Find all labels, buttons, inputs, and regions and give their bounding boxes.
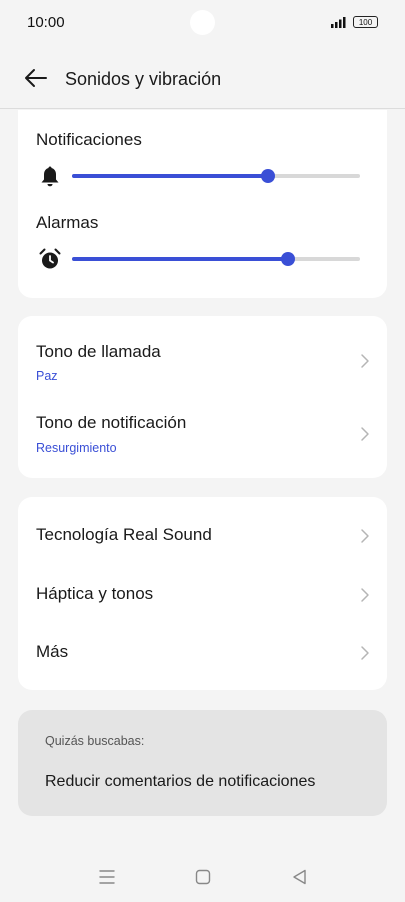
bell-icon (41, 166, 59, 187)
volume-card: Notificaciones Alarmas (18, 110, 387, 298)
chevron-right-icon (361, 427, 369, 441)
tones-card: Tono de llamada Paz Tono de notificación… (18, 316, 387, 478)
top-app-bar: Sonidos y vibración (0, 46, 405, 109)
chevron-right-icon (361, 354, 369, 368)
suggestions-card: Quizás buscabas: Reducir comentarios de … (18, 710, 387, 816)
slider-fill (72, 174, 268, 178)
slider-fill (72, 257, 288, 261)
battery-icon: 100 (353, 16, 378, 28)
notification-tone-row[interactable]: Tono de notificación Resurgimiento (18, 397, 387, 478)
alarm-clock-icon (39, 248, 61, 269)
real-sound-title: Tecnología Real Sound (36, 525, 212, 544)
arrow-left-icon[interactable] (24, 68, 48, 88)
home-icon[interactable] (193, 867, 213, 887)
back-triangle-icon[interactable] (290, 867, 310, 887)
menu-icon[interactable] (97, 867, 117, 887)
slider-thumb[interactable] (260, 169, 275, 183)
status-time: 10:00 (27, 14, 65, 31)
page-title: Sonidos y vibración (65, 69, 222, 89)
chevron-right-icon (361, 529, 369, 543)
more-title: Más (36, 642, 69, 661)
status-bar: 10:00 100 (0, 0, 405, 46)
notification-tone-value: Resurgimiento (36, 441, 117, 455)
notifications-volume-label: Notificaciones (36, 130, 142, 149)
alarms-volume-slider[interactable] (72, 251, 360, 267)
ringtone-title: Tono de llamada (36, 342, 161, 361)
battery-level: 100 (358, 17, 373, 27)
haptics-row[interactable]: Háptica y tonos (18, 566, 387, 624)
haptics-title: Háptica y tonos (36, 584, 154, 603)
suggestions-heading: Quizás buscabas: (45, 734, 145, 748)
chevron-right-icon (361, 646, 369, 660)
slider-thumb[interactable] (281, 252, 295, 266)
camera-cutout (190, 10, 215, 35)
navigation-bar (0, 855, 405, 902)
notifications-volume-slider[interactable] (72, 168, 360, 184)
chevron-right-icon (361, 588, 369, 602)
more-row[interactable]: Más (18, 624, 387, 690)
notification-tone-title: Tono de notificación (36, 413, 187, 432)
alarms-volume-label: Alarmas (36, 213, 99, 232)
real-sound-row[interactable]: Tecnología Real Sound (18, 497, 387, 566)
suggestion-item[interactable]: Reducir comentarios de notificaciones (45, 773, 315, 791)
ringtone-value: Paz (36, 369, 58, 383)
signal-bars-icon (331, 17, 346, 28)
more-settings-card: Tecnología Real Sound Háptica y tonos Má… (18, 497, 387, 690)
ringtone-row[interactable]: Tono de llamada Paz (18, 316, 387, 397)
